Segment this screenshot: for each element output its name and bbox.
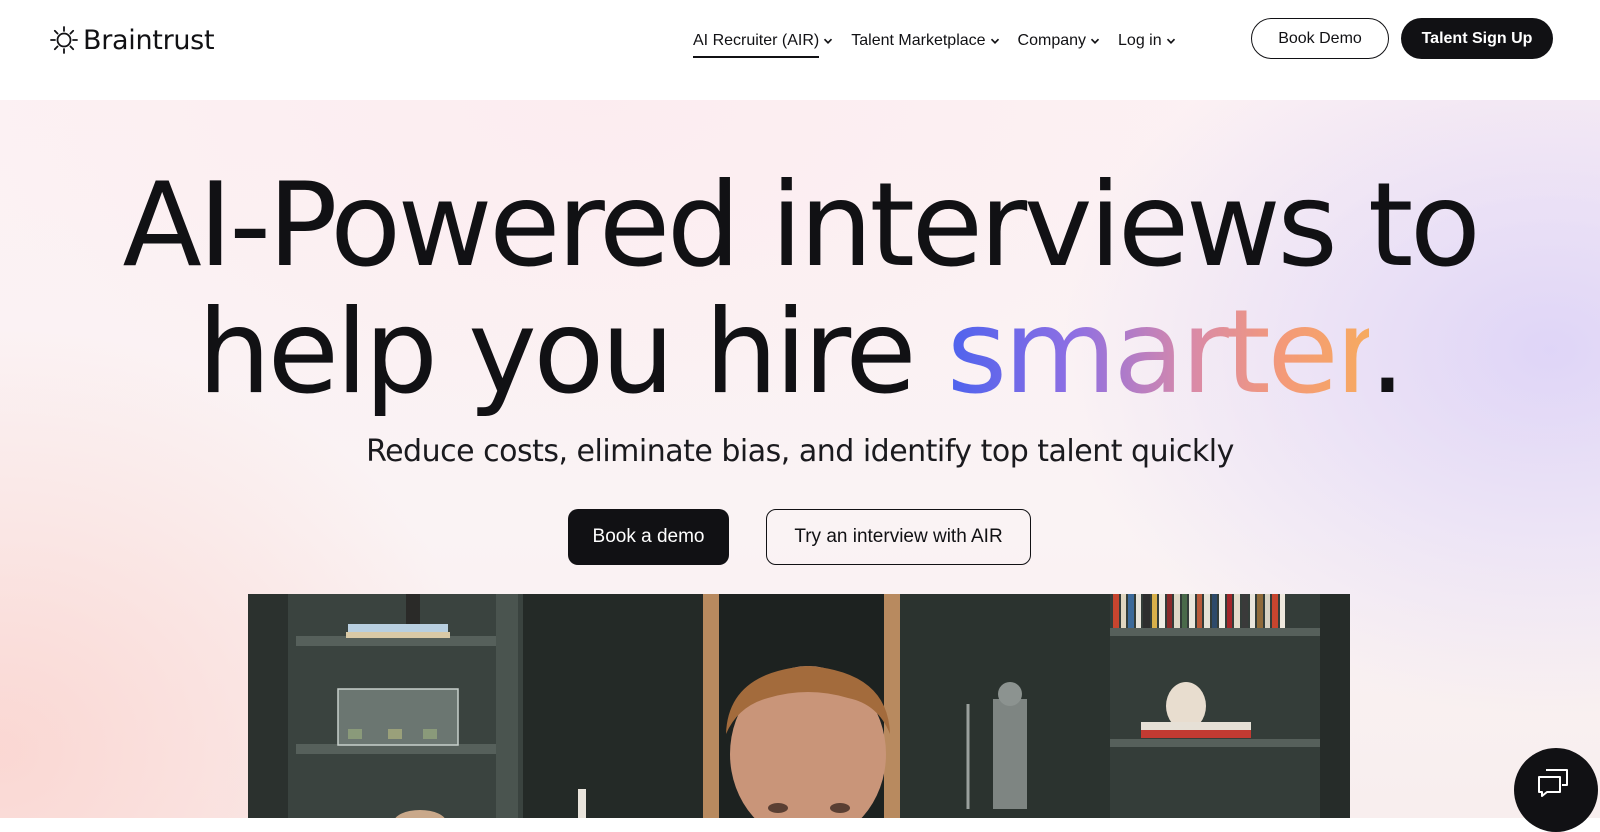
- main-nav: AI Recruiter (AIR) Talent Marketplace Co…: [693, 26, 1194, 58]
- nav-item-ai-recruiter[interactable]: AI Recruiter (AIR): [693, 32, 833, 58]
- hero-section: AI-Powered interviews to help you hire s…: [0, 100, 1600, 818]
- chevron-down-icon: [824, 38, 833, 45]
- chat-bubbles-icon: [1538, 769, 1568, 797]
- chevron-down-icon: [990, 38, 999, 45]
- nav-item-label: Talent Marketplace: [851, 32, 986, 49]
- chevron-down-icon: [1166, 38, 1175, 45]
- nav-item-label: Company: [1017, 32, 1087, 49]
- chevron-down-icon: [1090, 38, 1100, 45]
- try-interview-button[interactable]: Try an interview with AIR: [766, 509, 1031, 565]
- hero-video[interactable]: [248, 594, 1350, 818]
- nav-item-log-in[interactable]: Log in: [1118, 32, 1176, 50]
- nav-item-talent-marketplace[interactable]: Talent Marketplace: [851, 32, 999, 50]
- site-header: Braintrust AI Recruiter (AIR) Talent Mar…: [0, 0, 1600, 100]
- chat-launcher-button[interactable]: [1514, 748, 1598, 832]
- headline-line-2: help you hire smarter.: [0, 289, 1600, 416]
- nav-item-label: Log in: [1118, 32, 1162, 49]
- headline-line-1: AI-Powered interviews to: [122, 158, 1480, 293]
- headline-highlight: smarter: [946, 285, 1373, 420]
- nav-item-company[interactable]: Company: [1018, 32, 1100, 50]
- sun-gear-icon: [50, 26, 78, 54]
- talent-sign-up-button[interactable]: Talent Sign Up: [1401, 18, 1553, 59]
- hero-subheadline: Reduce costs, eliminate bias, and identi…: [366, 434, 1234, 469]
- hero-headline: AI-Powered interviews to help you hire s…: [0, 162, 1600, 416]
- book-demo-button[interactable]: Book Demo: [1251, 18, 1389, 59]
- brand-logo[interactable]: Braintrust: [48, 22, 215, 58]
- brand-name: Braintrust: [83, 24, 215, 56]
- video-frame-illustration: [248, 594, 1350, 818]
- book-a-demo-button[interactable]: Book a demo: [568, 509, 729, 565]
- nav-item-label: AI Recruiter (AIR): [693, 32, 820, 49]
- headline-line-2-text: help you hire: [197, 285, 947, 420]
- headline-period: .: [1369, 285, 1406, 420]
